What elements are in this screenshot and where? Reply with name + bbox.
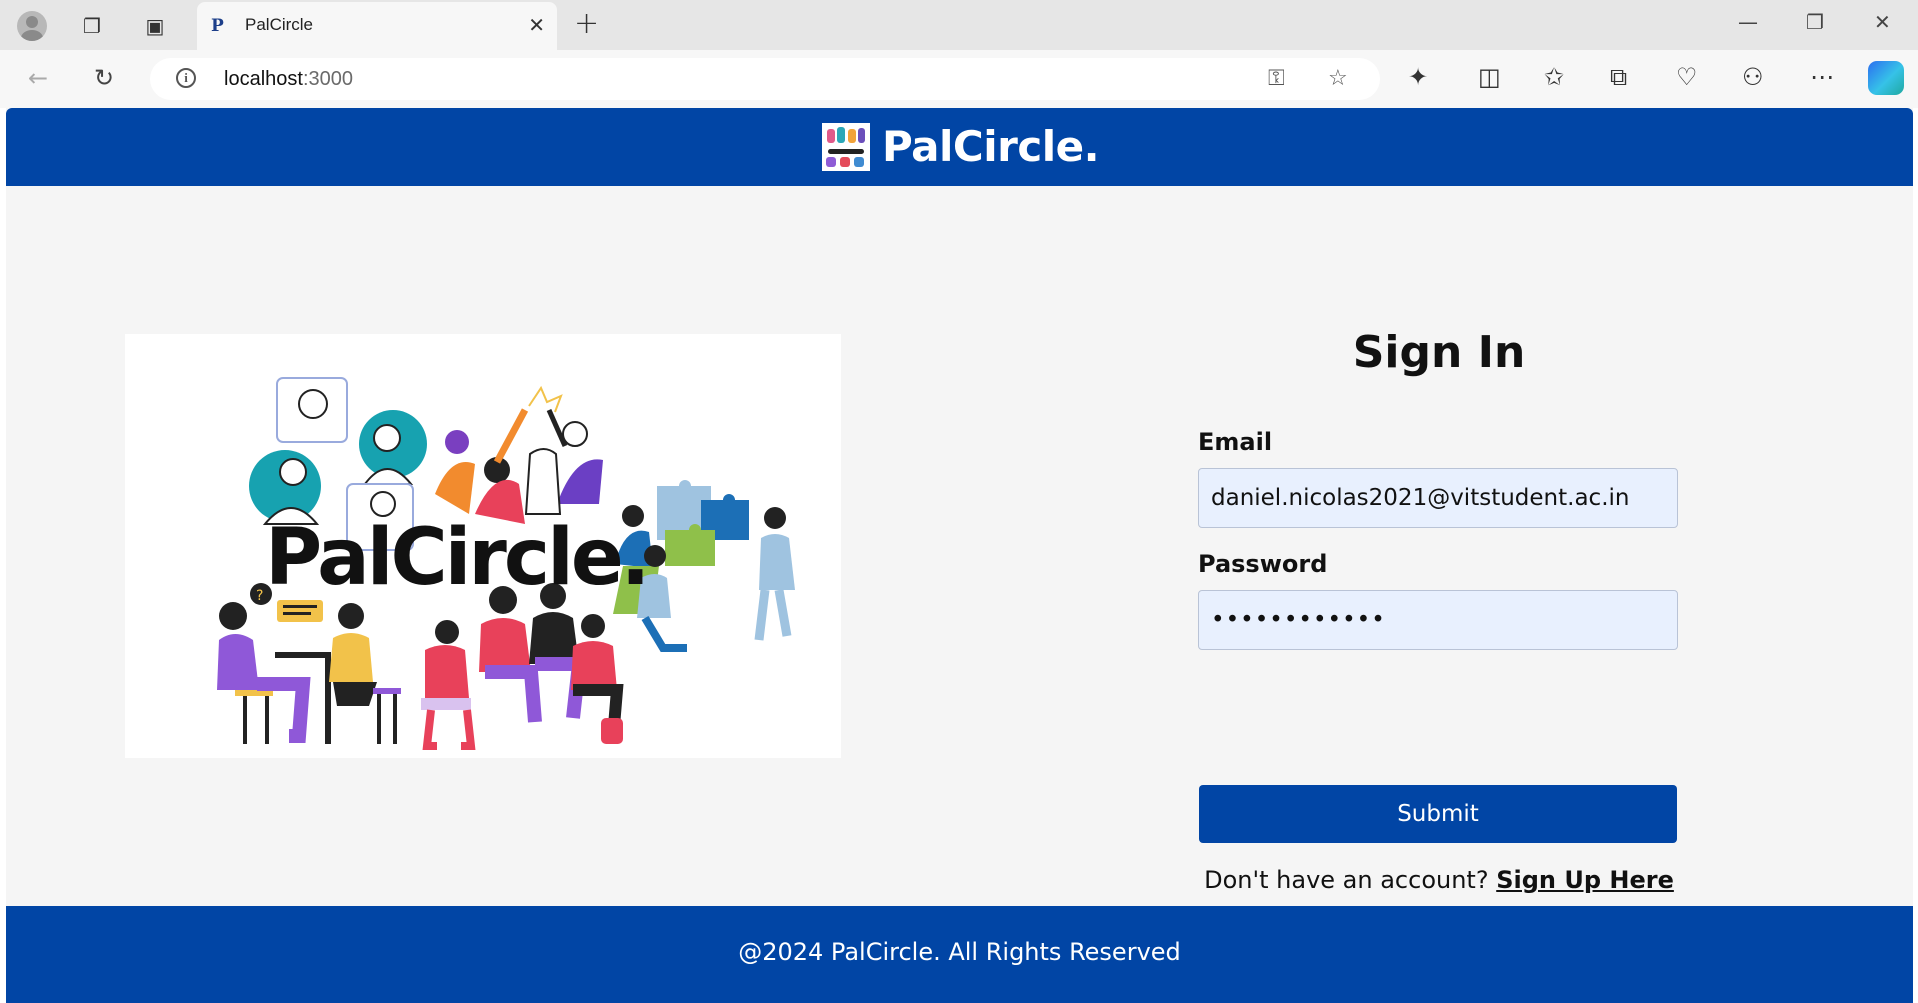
refresh-icon[interactable]: ↻ [94,64,114,92]
collections-icon[interactable]: ⧉ [1610,63,1627,91]
svg-text:?: ? [256,588,263,604]
signup-link[interactable]: Sign Up Here [1496,866,1674,894]
password-label: Password [1198,550,1328,578]
performance-icon[interactable]: ⚇ [1742,63,1764,91]
address-bar[interactable]: i localhost:3000 ⚿ ☆ [150,58,1380,100]
signin-title: Sign In [1352,327,1526,378]
signin-form: Sign In Email Password Submit Don't have… [1198,318,1680,894]
profile-avatar-icon[interactable] [15,9,49,43]
browser-essentials-icon[interactable]: ♡ [1676,63,1698,91]
hero-wordmark: PalCircle. [265,513,647,603]
site-footer: @2024 PalCircle. All Rights Reserved [6,906,1913,1003]
site-info-icon[interactable]: i [176,68,196,88]
back-arrow-icon[interactable]: ← [28,64,48,92]
signup-prompt: Don't have an account? Sign Up Here [1198,866,1680,894]
browser-tab-bar: ❐ ▣ P PalCircle ✕ + — ❐ ✕ [0,0,1918,50]
copilot-icon[interactable] [1868,61,1904,95]
new-tab-icon[interactable]: + [574,6,599,41]
hero-illustration: ? PalCircle. [125,334,841,758]
browser-tab[interactable]: P PalCircle ✕ [197,2,557,50]
page-content: PalCircle. ? PalCircle. Sign In Email da… [6,108,1913,1003]
favorites-icon[interactable]: ✩ [1544,63,1564,91]
restore-icon[interactable]: ❐ [1806,10,1824,34]
site-header: PalCircle. [6,108,1913,186]
favorite-star-icon[interactable]: ☆ [1328,66,1348,91]
url-text[interactable]: localhost:3000 [224,68,353,91]
email-label: Email [1198,428,1273,456]
brand-name: PalCircle. [882,122,1100,171]
vertical-tabs-icon[interactable]: ▣ [138,9,172,43]
tab-close-icon[interactable]: ✕ [528,13,545,37]
password-field[interactable] [1198,590,1678,650]
more-menu-icon[interactable]: ⋯ [1810,63,1834,91]
window-close-icon[interactable]: ✕ [1874,10,1891,34]
brand-logo-icon [822,122,870,171]
tab-title: PalCircle [245,15,314,34]
minimize-icon[interactable]: — [1738,10,1758,34]
no-account-text: Don't have an account? [1204,866,1489,894]
tab-favicon-icon: P [211,16,224,36]
key-icon[interactable]: ⚿ [1268,66,1285,91]
brand[interactable]: PalCircle. [822,122,1100,171]
split-screen-icon[interactable]: ◫ [1478,63,1501,91]
browser-toolbar: ← ↻ i localhost:3000 ⚿ ☆ ✦ ◫ ✩ ⧉ ♡ ⚇ ⋯ [0,50,1918,108]
email-field[interactable] [1198,468,1678,528]
footer-copyright: @2024 PalCircle. All Rights Reserved [738,938,1181,966]
community-illustration: ? PalCircle. [217,377,795,750]
submit-button[interactable]: Submit [1199,785,1677,843]
extensions-icon[interactable]: ✦ [1408,63,1428,91]
workspaces-icon[interactable]: ❐ [75,9,109,43]
